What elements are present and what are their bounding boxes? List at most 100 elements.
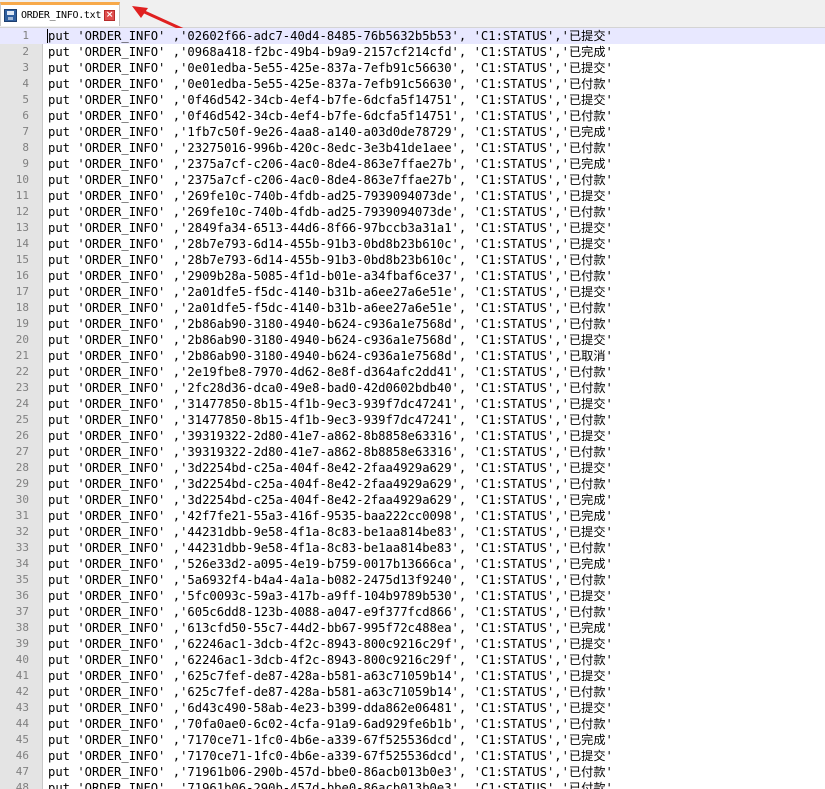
- line-text: put 'ORDER_INFO' ,'269fe10c-740b-4fdb-ad…: [48, 189, 613, 203]
- line-text: put 'ORDER_INFO' ,'28b7e793-6d14-455b-91…: [48, 237, 613, 251]
- editor-line[interactable]: 30 put 'ORDER_INFO' ,'3d2254bd-c25a-404f-…: [0, 492, 825, 508]
- editor-line[interactable]: 6 put 'ORDER_INFO' ,'0f46d542-34cb-4ef4-b…: [0, 108, 825, 124]
- editor-line[interactable]: 45 put 'ORDER_INFO' ,'7170ce71-1fc0-4b6e-…: [0, 732, 825, 748]
- line-number: 39: [15, 637, 29, 650]
- editor-line[interactable]: 24 put 'ORDER_INFO' ,'31477850-8b15-4f1b-…: [0, 396, 825, 412]
- editor-line[interactable]: 11 put 'ORDER_INFO' ,'269fe10c-740b-4fdb-…: [0, 188, 825, 204]
- editor-line[interactable]: 21 put 'ORDER_INFO' ,'2b86ab90-3180-4940-…: [0, 348, 825, 364]
- line-text: put 'ORDER_INFO' ,'31477850-8b15-4f1b-9e…: [48, 397, 613, 411]
- editor-line[interactable]: 5 put 'ORDER_INFO' ,'0f46d542-34cb-4ef4-b…: [0, 92, 825, 108]
- line-text: put 'ORDER_INFO' ,'31477850-8b15-4f1b-9e…: [48, 413, 613, 427]
- line-text: put 'ORDER_INFO' ,'44231dbb-9e58-4f1a-8c…: [48, 541, 613, 555]
- line-number: 23: [15, 381, 29, 394]
- line-number: 3: [22, 61, 29, 74]
- line-text: put 'ORDER_INFO' ,'0e01edba-5e55-425e-83…: [48, 61, 613, 75]
- line-text: put 'ORDER_INFO' ,'62246ac1-3dcb-4f2c-89…: [48, 637, 613, 651]
- editor-line[interactable]: 9 put 'ORDER_INFO' ,'2375a7cf-c206-4ac0-8…: [0, 156, 825, 172]
- line-text: put 'ORDER_INFO' ,'0e01edba-5e55-425e-83…: [48, 77, 613, 91]
- editor-line[interactable]: 10 put 'ORDER_INFO' ,'2375a7cf-c206-4ac0-…: [0, 172, 825, 188]
- editor-line[interactable]: 46 put 'ORDER_INFO' ,'7170ce71-1fc0-4b6e-…: [0, 748, 825, 764]
- line-number: 2: [22, 45, 29, 58]
- line-number: 13: [15, 221, 29, 234]
- line-number: 32: [15, 525, 29, 538]
- line-text: put 'ORDER_INFO' ,'23275016-996b-420c-8e…: [48, 141, 613, 155]
- line-text: put 'ORDER_INFO' ,'613cfd50-55c7-44d2-bb…: [48, 621, 613, 635]
- line-text: put 'ORDER_INFO' ,'39319322-2d80-41e7-a8…: [48, 445, 613, 459]
- editor-line[interactable]: 47 put 'ORDER_INFO' ,'71961b06-290b-457d-…: [0, 764, 825, 780]
- editor-line[interactable]: 48 put 'ORDER_INFO' ,'71961b06-290b-457d-…: [0, 780, 825, 789]
- editor-line[interactable]: 36 put 'ORDER_INFO' ,'5fc0093c-59a3-417b-…: [0, 588, 825, 604]
- line-number: 46: [15, 749, 29, 762]
- line-number: 41: [15, 669, 29, 682]
- save-icon: [4, 9, 17, 22]
- line-text: put 'ORDER_INFO' ,'7170ce71-1fc0-4b6e-a3…: [48, 749, 613, 763]
- editor-line[interactable]: 4 put 'ORDER_INFO' ,'0e01edba-5e55-425e-8…: [0, 76, 825, 92]
- editor-line[interactable]: 14 put 'ORDER_INFO' ,'28b7e793-6d14-455b-…: [0, 236, 825, 252]
- editor-line[interactable]: 31 put 'ORDER_INFO' ,'42f7fe21-55a3-416f-…: [0, 508, 825, 524]
- line-text: put 'ORDER_INFO' ,'2849fa34-6513-44d6-8f…: [48, 221, 613, 235]
- editor-line[interactable]: 39 put 'ORDER_INFO' ,'62246ac1-3dcb-4f2c-…: [0, 636, 825, 652]
- line-number: 18: [15, 301, 29, 314]
- editor-line[interactable]: 40 put 'ORDER_INFO' ,'62246ac1-3dcb-4f2c-…: [0, 652, 825, 668]
- editor-line[interactable]: 16 put 'ORDER_INFO' ,'2909b28a-5085-4f1d-…: [0, 268, 825, 284]
- editor-line[interactable]: 1 put 'ORDER_INFO' ,'02602f66-adc7-40d4-8…: [0, 28, 825, 44]
- editor-line[interactable]: 8 put 'ORDER_INFO' ,'23275016-996b-420c-8…: [0, 140, 825, 156]
- close-icon[interactable]: ×: [104, 10, 116, 21]
- line-text: put 'ORDER_INFO' ,'2a01dfe5-f5dc-4140-b3…: [48, 301, 613, 315]
- editor-line[interactable]: 3 put 'ORDER_INFO' ,'0e01edba-5e55-425e-8…: [0, 60, 825, 76]
- editor-line[interactable]: 25 put 'ORDER_INFO' ,'31477850-8b15-4f1b-…: [0, 412, 825, 428]
- line-number: 8: [22, 141, 29, 154]
- editor-line[interactable]: 29 put 'ORDER_INFO' ,'3d2254bd-c25a-404f-…: [0, 476, 825, 492]
- line-number: 29: [15, 477, 29, 490]
- line-number: 5: [22, 93, 29, 106]
- line-text: put 'ORDER_INFO' ,'44231dbb-9e58-4f1a-8c…: [48, 525, 613, 539]
- editor-line[interactable]: 37 put 'ORDER_INFO' ,'605c6dd8-123b-4088-…: [0, 604, 825, 620]
- line-number: 15: [15, 253, 29, 266]
- line-number: 9: [22, 157, 29, 170]
- editor-line[interactable]: 42 put 'ORDER_INFO' ,'625c7fef-de87-428a-…: [0, 684, 825, 700]
- editor-line[interactable]: 15 put 'ORDER_INFO' ,'28b7e793-6d14-455b-…: [0, 252, 825, 268]
- line-number: 30: [15, 493, 29, 506]
- editor-line[interactable]: 13 put 'ORDER_INFO' ,'2849fa34-6513-44d6-…: [0, 220, 825, 236]
- editor-line[interactable]: 32 put 'ORDER_INFO' ,'44231dbb-9e58-4f1a-…: [0, 524, 825, 540]
- line-text: put 'ORDER_INFO' ,'2b86ab90-3180-4940-b6…: [48, 333, 613, 347]
- editor-line[interactable]: 26 put 'ORDER_INFO' ,'39319322-2d80-41e7-…: [0, 428, 825, 444]
- line-text: put 'ORDER_INFO' ,'2fc28d36-dca0-49e8-ba…: [48, 381, 613, 395]
- text-editor[interactable]: 1 put 'ORDER_INFO' ,'02602f66-adc7-40d4-8…: [0, 28, 825, 789]
- tab-title: ORDER_INFO.txt: [21, 10, 102, 21]
- tab-order-info[interactable]: ORDER_INFO.txt ×: [0, 2, 120, 26]
- editor-line[interactable]: 44 put 'ORDER_INFO' ,'70fa0ae0-6c02-4cfa-…: [0, 716, 825, 732]
- line-text: put 'ORDER_INFO' ,'7170ce71-1fc0-4b6e-a3…: [48, 733, 613, 747]
- line-text: put 'ORDER_INFO' ,'3d2254bd-c25a-404f-8e…: [48, 493, 613, 507]
- line-text: put 'ORDER_INFO' ,'5fc0093c-59a3-417b-a9…: [48, 589, 613, 603]
- editor-line[interactable]: 12 put 'ORDER_INFO' ,'269fe10c-740b-4fdb-…: [0, 204, 825, 220]
- line-number: 40: [15, 653, 29, 666]
- editor-line[interactable]: 20 put 'ORDER_INFO' ,'2b86ab90-3180-4940-…: [0, 332, 825, 348]
- line-number: 47: [15, 765, 29, 778]
- editor-line[interactable]: 34 put 'ORDER_INFO' ,'526e33d2-a095-4e19-…: [0, 556, 825, 572]
- editor-line[interactable]: 18 put 'ORDER_INFO' ,'2a01dfe5-f5dc-4140-…: [0, 300, 825, 316]
- line-text: put 'ORDER_INFO' ,'625c7fef-de87-428a-b5…: [48, 685, 613, 699]
- line-number: 42: [15, 685, 29, 698]
- line-number: 16: [15, 269, 29, 282]
- editor-line[interactable]: 17 put 'ORDER_INFO' ,'2a01dfe5-f5dc-4140-…: [0, 284, 825, 300]
- editor-line[interactable]: 28 put 'ORDER_INFO' ,'3d2254bd-c25a-404f-…: [0, 460, 825, 476]
- editor-line[interactable]: 23 put 'ORDER_INFO' ,'2fc28d36-dca0-49e8-…: [0, 380, 825, 396]
- editor-line[interactable]: 22 put 'ORDER_INFO' ,'2e19fbe8-7970-4d62-…: [0, 364, 825, 380]
- editor-line[interactable]: 43 put 'ORDER_INFO' ,'6d43c490-58ab-4e23-…: [0, 700, 825, 716]
- editor-line[interactable]: 41 put 'ORDER_INFO' ,'625c7fef-de87-428a-…: [0, 668, 825, 684]
- line-text: put 'ORDER_INFO' ,'625c7fef-de87-428a-b5…: [48, 669, 613, 683]
- editor-line[interactable]: 27 put 'ORDER_INFO' ,'39319322-2d80-41e7-…: [0, 444, 825, 460]
- editor-line[interactable]: 2 put 'ORDER_INFO' ,'0968a418-f2bc-49b4-b…: [0, 44, 825, 60]
- line-text: put 'ORDER_INFO' ,'269fe10c-740b-4fdb-ad…: [48, 205, 613, 219]
- line-number: 48: [15, 781, 29, 789]
- editor-line[interactable]: 38 put 'ORDER_INFO' ,'613cfd50-55c7-44d2-…: [0, 620, 825, 636]
- editor-line[interactable]: 35 put 'ORDER_INFO' ,'5a6932f4-b4a4-4a1a-…: [0, 572, 825, 588]
- editor-line[interactable]: 19 put 'ORDER_INFO' ,'2b86ab90-3180-4940-…: [0, 316, 825, 332]
- editor-line[interactable]: 7 put 'ORDER_INFO' ,'1fb7c50f-9e26-4aa8-a…: [0, 124, 825, 140]
- tab-bar: ORDER_INFO.txt ×: [0, 0, 825, 32]
- line-number: 10: [15, 173, 29, 186]
- editor-line[interactable]: 33 put 'ORDER_INFO' ,'44231dbb-9e58-4f1a-…: [0, 540, 825, 556]
- line-text: put 'ORDER_INFO' ,'71961b06-290b-457d-bb…: [48, 781, 613, 789]
- line-number: 21: [15, 349, 29, 362]
